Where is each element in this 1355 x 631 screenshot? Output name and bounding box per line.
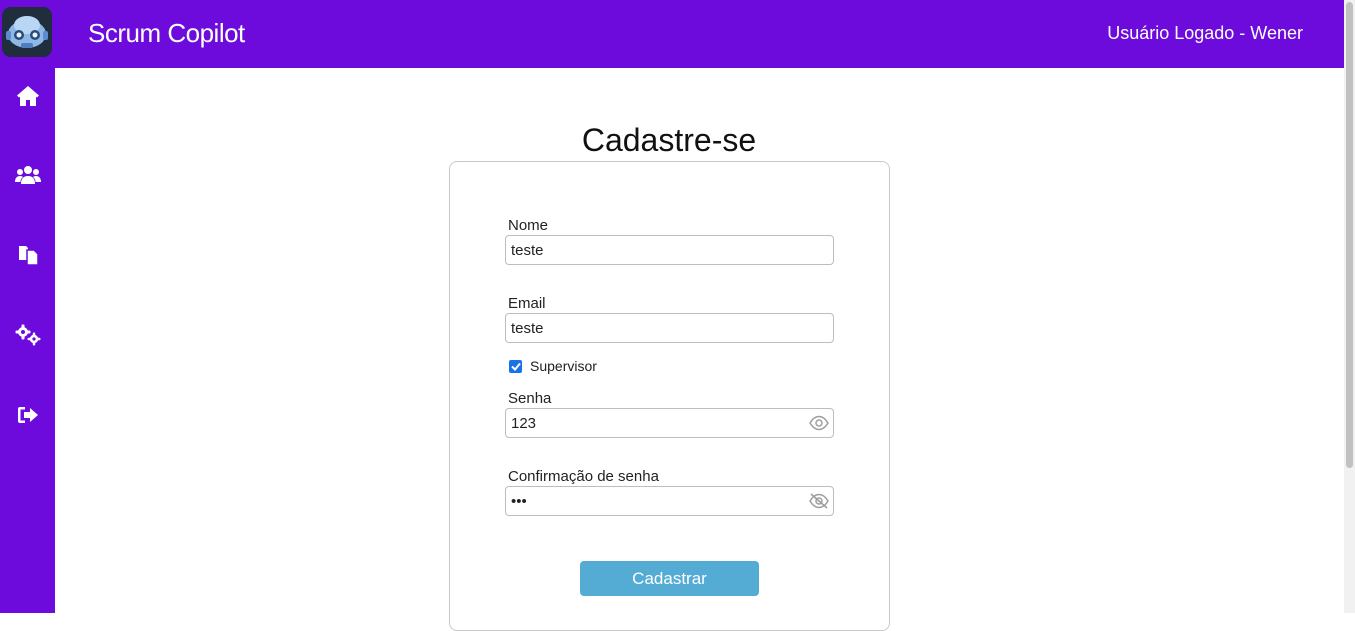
top-bar: Scrum Copilot Usuário Logado - Wener [0,0,1344,68]
scrollbar-thumb[interactable] [1346,2,1353,468]
email-label: Email [508,295,546,312]
sidebar [0,68,55,613]
hide-password-eye-slash-icon[interactable] [809,493,829,509]
users-icon [14,166,41,184]
confirm-password-label: Confirmação de senha [508,468,659,485]
home-icon [16,86,39,106]
password-label: Senha [508,390,552,407]
sidebar-item-logout[interactable] [0,390,55,440]
page-scrollbar[interactable] [1344,0,1355,613]
register-submit-button[interactable]: Cadastrar [580,561,759,596]
supervisor-checkbox[interactable] [509,359,522,373]
password-input[interactable] [505,408,834,438]
email-input[interactable] [505,313,834,343]
sidebar-item-home[interactable] [0,71,55,121]
clipboard-copy-icon [18,246,39,266]
name-label: Nome [508,217,549,234]
sidebar-item-settings[interactable] [0,310,55,360]
sign-out-icon [17,407,38,423]
sidebar-item-team[interactable] [0,150,55,200]
page-title: Cadastre-se [581,122,757,158]
register-form-card: Nome Email Supervisor Senha Confirmação … [449,161,890,631]
sidebar-item-documents[interactable] [0,230,55,280]
checkmark-icon [510,362,521,371]
app-title: Scrum Copilot [88,18,245,48]
cogs-icon [15,324,40,346]
supervisor-label: Supervisor [530,358,597,374]
name-input[interactable] [505,235,834,265]
logged-user-label: Usuário Logado - Wener [1107,23,1303,43]
supervisor-checkbox-row: Supervisor [509,358,597,374]
confirm-password-input[interactable] [505,486,834,516]
show-password-eye-icon[interactable] [809,415,829,431]
app-logo[interactable] [2,7,52,57]
